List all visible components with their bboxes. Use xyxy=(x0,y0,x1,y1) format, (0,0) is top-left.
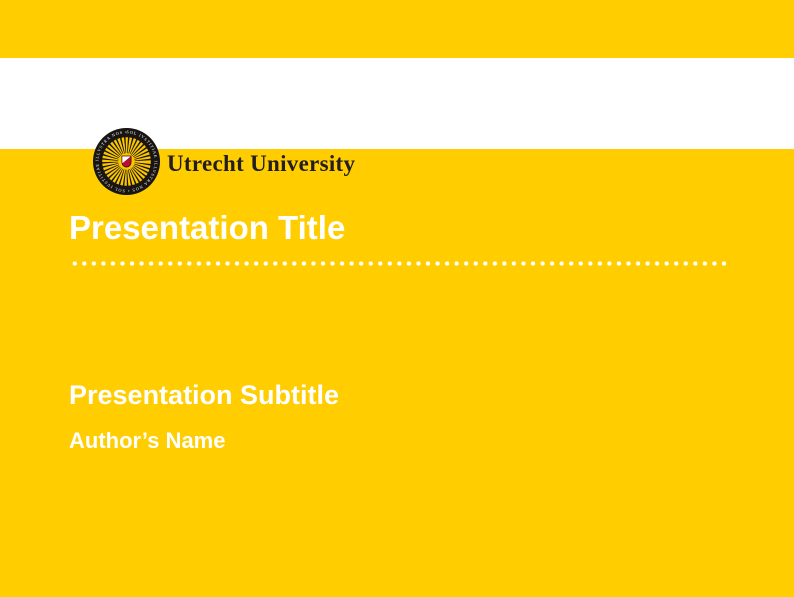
title-dotted-divider xyxy=(70,261,729,266)
slide-subtitle: Presentation Subtitle xyxy=(69,382,339,409)
title-slide: SOL IVSTITIAE ILLVSTRA NOS • SOL IVSTITI… xyxy=(0,0,794,597)
utrecht-university-logo-icon: SOL IVSTITIAE ILLVSTRA NOS • SOL IVSTITI… xyxy=(93,128,160,195)
header-band: SOL IVSTITIAE ILLVSTRA NOS • SOL IVSTITI… xyxy=(0,58,794,149)
author-name: Author’s Name xyxy=(69,430,225,452)
university-wordmark: Utrecht University xyxy=(167,152,355,175)
slide-title: Presentation Title xyxy=(69,211,345,244)
